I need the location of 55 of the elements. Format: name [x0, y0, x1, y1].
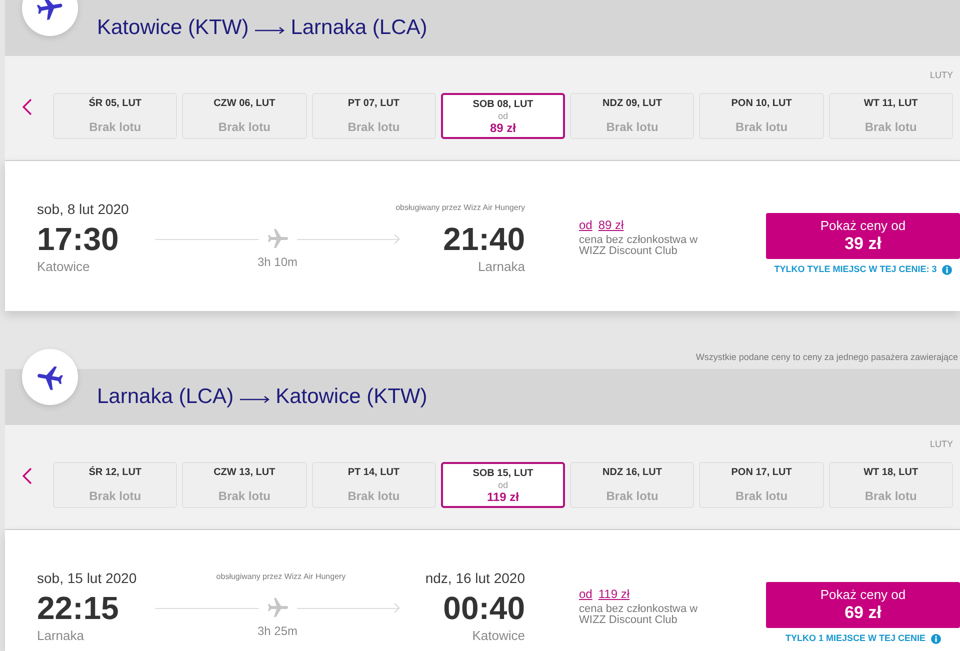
month-label: LUTY [930, 69, 953, 81]
arrival-time: 21:40 [443, 221, 525, 257]
flight-duration: 3h 25m [257, 624, 299, 640]
departure-date: sob, 15 lut 2020 [37, 570, 137, 586]
date-tile[interactable]: PON 10, LUT Brak lotu [699, 93, 824, 139]
date-tile[interactable]: SOB 15, LUT od 119 zł [440, 462, 566, 508]
date-tile[interactable]: SOB 08, LUT od 89 zł [440, 93, 566, 139]
operator-note: obsługiwany przez Wizz Air Hungery [396, 203, 525, 213]
date-tile[interactable]: CZW 13, LUT Brak lotu [182, 462, 307, 508]
flight-duration: 3h 10m [257, 255, 299, 271]
destination-airport: Katowice (KTW) [276, 385, 428, 409]
date-tile[interactable]: PT 14, LUT Brak lotu [312, 462, 436, 508]
info-icon[interactable] [942, 264, 952, 274]
origin-airport: Larnaka (LCA) [97, 385, 234, 409]
date-tile[interactable]: PT 07, LUT Brak lotu [312, 93, 436, 139]
departure-date: sob, 8 lut 2020 [37, 201, 129, 217]
show-prices-button[interactable]: Pokaż ceny od 39 zł [766, 213, 960, 259]
regular-price-link[interactable]: 89 zł [598, 218, 624, 232]
date-tile[interactable]: PON 17, LUT Brak lotu [699, 462, 824, 508]
price-note: cena bez członkostwa w WIZZ Discount Club [579, 235, 699, 257]
departure-time: 17:30 [37, 221, 119, 257]
seats-left-note: TYLKO TYLE MIEJSC W TEJ CENIE: 3 [774, 264, 937, 275]
plane-icon [22, 349, 78, 405]
arrow-icon [240, 394, 270, 404]
date-tile[interactable]: CZW 06, LUT Brak lotu [182, 93, 307, 139]
month-label: LUTY [930, 438, 953, 450]
destination-airport: Larnaka (LCA) [290, 16, 428, 40]
operator-note: obsługiwany przez Wizz Air Hungery [216, 572, 346, 582]
chevron-left-icon [21, 98, 33, 116]
price-footnote: Wszystkie podane ceny to ceny za jednego pasażera zawierające [696, 352, 958, 363]
info-icon[interactable] [930, 634, 941, 644]
date-tile[interactable]: WT 18, LUT Brak lotu [828, 462, 953, 508]
arrival-city: Larnaka [478, 259, 525, 275]
origin-airport: Katowice (KTW) [97, 16, 249, 40]
plane-icon [266, 227, 290, 251]
date-tile[interactable]: ŚR 05, LUT Brak lotu [53, 93, 178, 139]
arrival-date: ndz, 16 lut 2020 [425, 570, 525, 586]
plane-icon [266, 596, 290, 620]
date-tile[interactable]: NDZ 16, LUT Brak lotu [570, 462, 694, 508]
show-prices-button[interactable]: Pokaż ceny od 69 zł [766, 582, 960, 628]
price-prefix-link[interactable]: od [579, 587, 592, 601]
departure-time: 22:15 [37, 590, 119, 626]
departure-city: Katowice [37, 259, 90, 275]
departure-city: Larnaka [37, 628, 84, 644]
chevron-left-icon [21, 467, 33, 485]
price-prefix-link[interactable]: od [579, 218, 592, 232]
regular-price-link[interactable]: 119 zł [598, 587, 630, 601]
price-note: cena bez członkostwa w WIZZ Discount Club [579, 604, 699, 626]
date-tile[interactable]: NDZ 09, LUT Brak lotu [570, 93, 694, 139]
arrival-city: Katowice [472, 628, 525, 644]
arrival-time: 00:40 [443, 590, 525, 626]
date-tile[interactable]: ŚR 12, LUT Brak lotu [53, 462, 178, 508]
date-tile[interactable]: WT 11, LUT Brak lotu [828, 93, 953, 139]
arrow-icon [254, 25, 285, 35]
seats-left-note: TYLKO 1 MIEJSCE W TEJ CENIE [785, 633, 926, 644]
